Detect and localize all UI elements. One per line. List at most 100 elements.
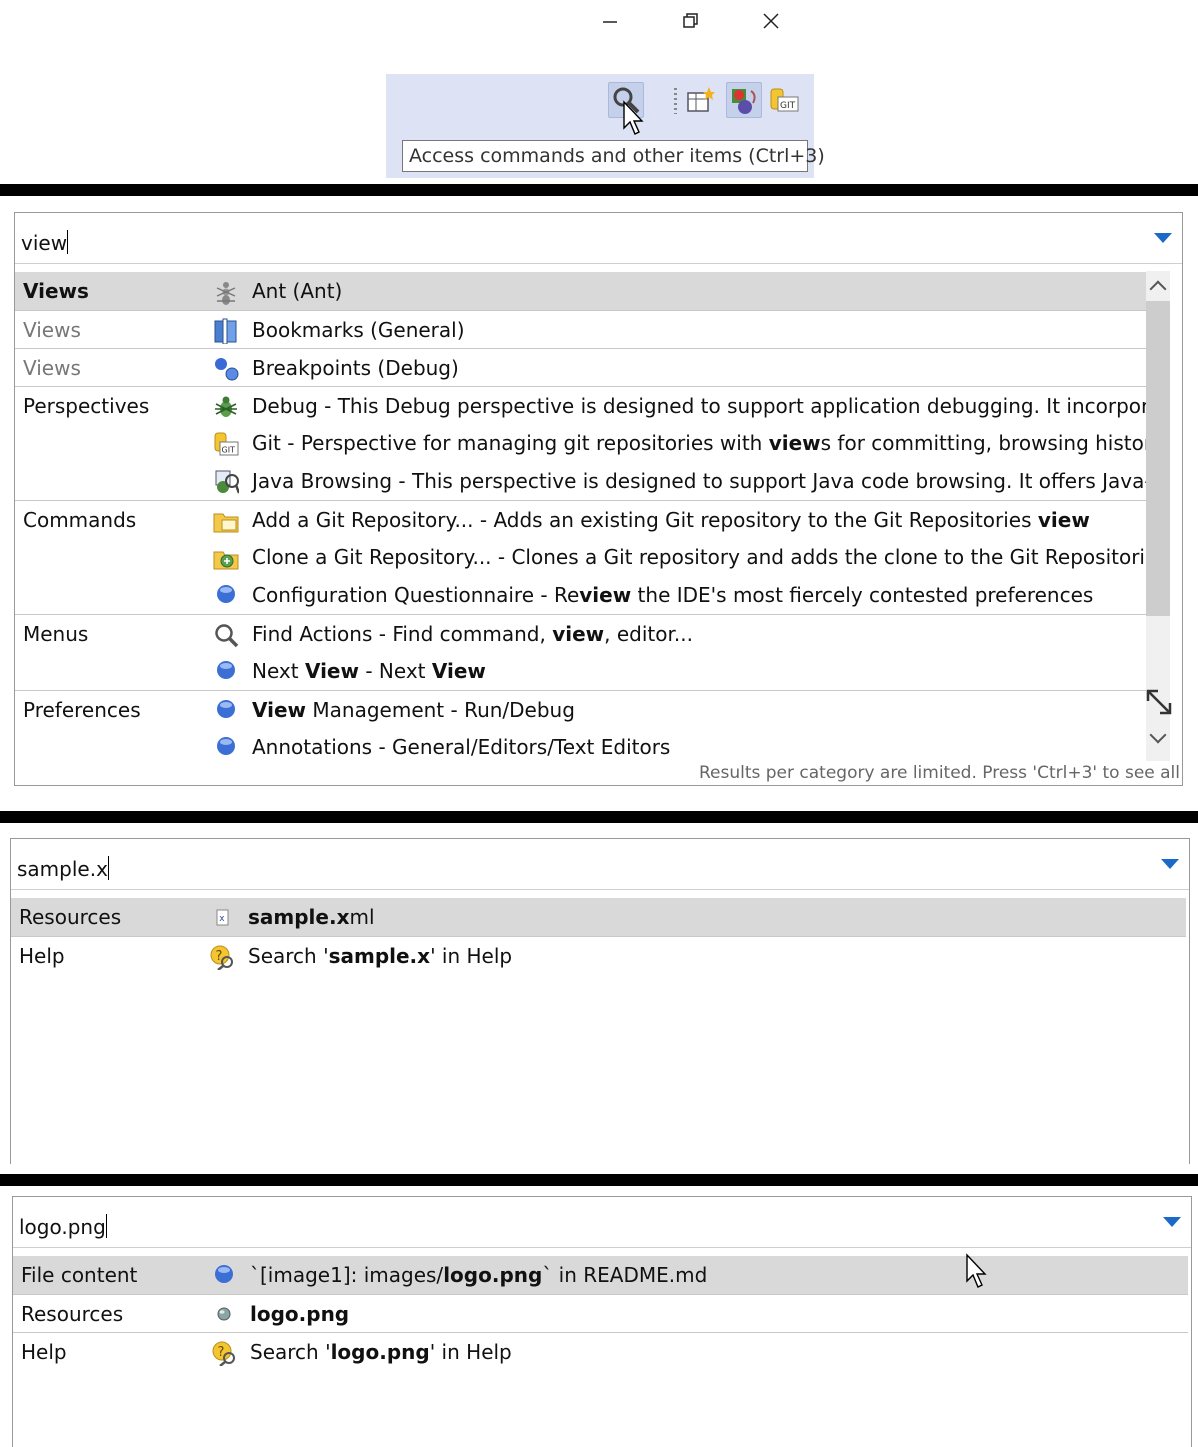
blue-circle-icon [217,700,235,718]
result-label: Debug - This Debug perspective is design… [252,394,1146,418]
filter-input[interactable]: view [15,213,1182,264]
separator-bar [0,1174,1198,1186]
breakpoints-icon [215,358,239,381]
result-label: Ant (Ant) [252,279,343,303]
resize-handle-icon[interactable] [1142,685,1176,719]
tooltip: Access commands and other items (Ctrl+3) [402,140,825,172]
java-perspective-icon [732,89,756,114]
category-label: Help [19,944,65,968]
result-row[interactable]: Resources x sample.xml [11,898,1186,936]
result-row[interactable]: Configuration Questionnaire - Review the… [15,576,1146,614]
category-label: Preferences [23,698,141,722]
result-row[interactable]: Views Bookmarks (General) [15,310,1146,349]
result-row[interactable]: Next View - Next View [15,652,1146,690]
result-label: Search 'sample.x' in Help [248,944,513,968]
result-row[interactable]: File content `[image1]: images/logo.png` … [13,1256,1188,1294]
category-label: Help [21,1340,67,1364]
result-label: Breakpoints (Debug) [252,356,459,380]
category-label: Menus [23,622,89,646]
category-label: File content [21,1263,138,1287]
result-row[interactable]: Help? Search 'sample.x' in Help [11,936,1186,975]
result-label: Java Browsing - This perspective is desi… [252,469,1146,493]
debug-bug-icon [215,396,237,417]
filter-text: view [21,231,68,255]
results-limit-note: Results per category are limited. Press … [698,763,1180,783]
category-label: Resources [19,905,122,929]
java-browsing-icon [215,470,239,494]
result-row[interactable]: Views Ant (Ant) [15,272,1146,310]
category-label: Views [23,318,81,342]
open-perspective-icon [687,87,715,112]
scrollbar-thumb[interactable] [1146,301,1170,616]
magnifier-icon [215,624,239,648]
folder-git-icon [213,513,239,533]
scroll-up-icon[interactable] [1149,280,1167,298]
result-label: View Management - Run/Debug [252,698,575,722]
minimize-button[interactable] [596,8,626,36]
result-label: Search 'logo.png' in Help [250,1340,512,1364]
minimize-icon [603,21,617,23]
java-perspective-button[interactable] [726,82,762,118]
bookmarks-icon [214,318,237,344]
chevron-down-icon[interactable] [1163,1217,1181,1227]
filter-input[interactable]: logo.png [13,1197,1191,1248]
result-row[interactable]: Commands Add a Git Repository... - Adds a… [15,500,1146,539]
blue-circle-icon [215,1265,233,1283]
open-perspective-button[interactable] [682,82,718,118]
filter-text: logo.png [19,1215,106,1239]
result-row[interactable]: Menus Find Actions - Find command, view, … [15,614,1146,653]
result-row[interactable]: Views Breakpoints (Debug) [15,348,1146,387]
chevron-down-icon[interactable] [1161,859,1179,869]
chevron-down-icon[interactable] [1154,233,1172,243]
text-caret [105,1214,107,1238]
result-label: Find Actions - Find command, view, edito… [252,622,693,646]
result-row[interactable]: Perspectives Debug - This Debug perspecti… [15,386,1146,425]
result-label: Bookmarks (General) [252,318,465,342]
result-label: Annotations - General/Editors/Text Edito… [252,735,671,759]
restore-button[interactable] [676,8,706,36]
result-row[interactable]: Annotations - General/Editors/Text Edito… [15,728,1146,766]
png-file-icon [217,1307,231,1321]
mouse-cursor-icon [966,1253,987,1288]
filter-text: sample.x [17,857,108,881]
close-button[interactable] [756,8,786,36]
git-perspective-button[interactable]: GIT [766,82,802,118]
result-label: Configuration Questionnaire - Review the… [252,583,1094,607]
svg-text:x: x [219,914,225,924]
result-row[interactable]: Preferences View Management - Run/Debug [15,690,1146,729]
scroll-down-icon[interactable] [1149,726,1167,744]
blue-circle-icon [217,661,235,679]
result-row[interactable]: GIT Git - Perspective for managing git re… [15,424,1146,462]
clone-git-icon [213,551,239,570]
toolbar-separator [674,88,677,114]
separator-bar [0,811,1198,823]
category-label: Resources [21,1302,124,1326]
svg-text:GIT: GIT [780,101,796,111]
text-caret [67,230,69,254]
result-label: Add a Git Repository... - Adds an existi… [252,508,1090,532]
result-label: Clone a Git Repository... - Clones a Git… [252,545,1146,569]
help-search-icon: ? [210,945,233,970]
result-row[interactable]: Java Browsing - This perspective is desi… [15,462,1146,500]
result-label: Git - Perspective for managing git repos… [252,431,1146,455]
result-row[interactable]: Clone a Git Repository... - Clones a Git… [15,538,1146,576]
git-icon: GIT [214,432,239,456]
result-label: Next View - Next View [252,659,486,683]
result-label: sample.xml [248,905,375,929]
ant-icon [216,282,236,305]
git-perspective-icon: GIT [770,88,799,112]
category-label: Views [23,356,81,380]
result-row[interactable]: Help? Search 'logo.png' in Help [13,1332,1188,1371]
category-label: Perspectives [23,394,150,418]
blue-circle-icon [217,737,235,755]
restore-icon [683,13,698,28]
close-icon [763,13,779,29]
quick-access-popup: sample.x Resources x sample.xml Help? Search… [10,838,1190,1164]
xml-file-icon: x [216,909,229,926]
blue-circle-icon [217,585,235,603]
svg-text:GIT: GIT [222,446,236,455]
result-row[interactable]: Resources logo.png [13,1294,1188,1333]
result-label: logo.png [250,1302,350,1326]
quick-access-popup: logo.png File content `[image1]: images/l… [12,1196,1192,1447]
filter-input[interactable]: sample.x [11,839,1189,890]
